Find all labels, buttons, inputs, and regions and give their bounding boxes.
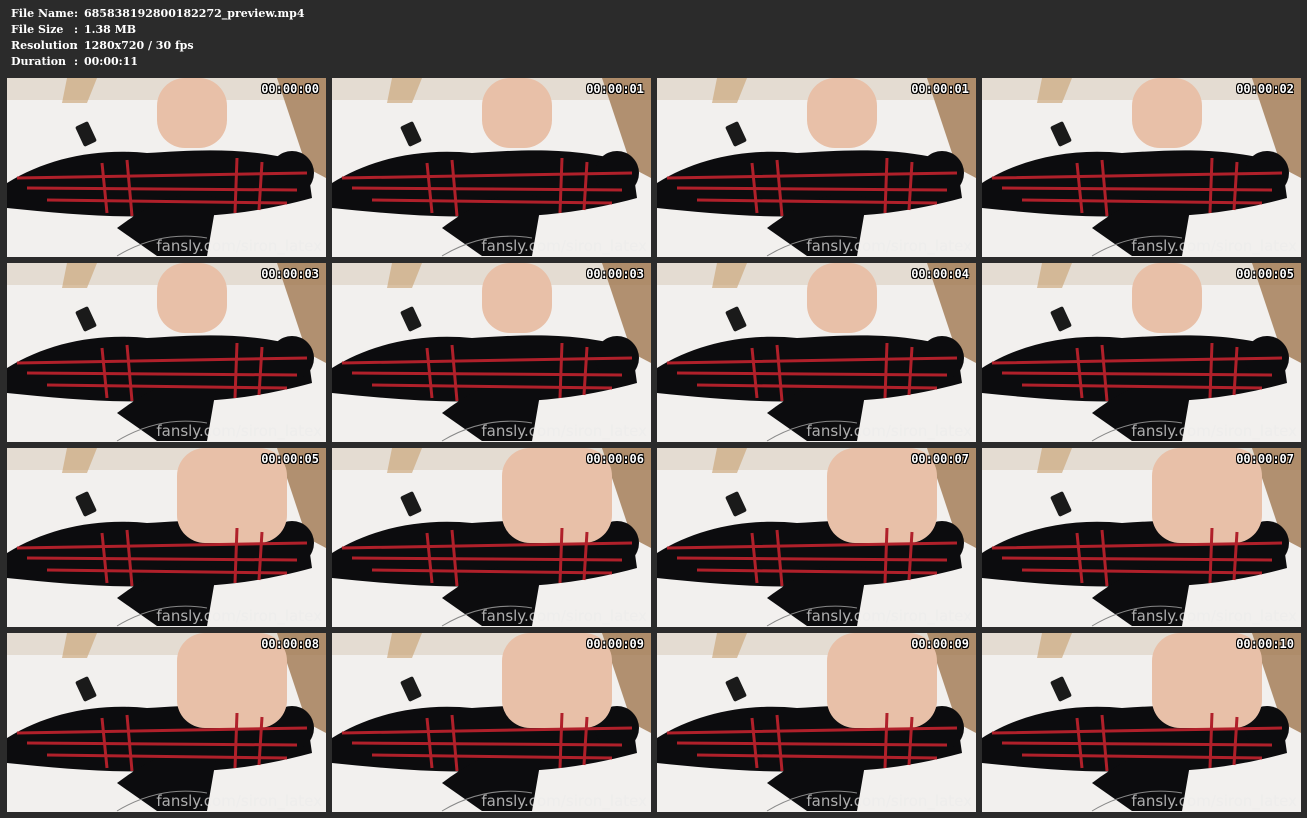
thumbnail-timestamp: 00:00:02 bbox=[1236, 82, 1294, 96]
watermark-text: fansly.com/siron_latex bbox=[481, 237, 647, 255]
watermark-text: fansly.com/siron_latex bbox=[806, 607, 972, 625]
video-thumbnail[interactable]: 00:00:01 fansly.com/siron_latex bbox=[332, 78, 651, 257]
frame-image bbox=[332, 633, 651, 812]
watermark-text: fansly.com/siron_latex bbox=[1131, 792, 1297, 810]
thumbnail-timestamp: 00:00:09 bbox=[586, 637, 644, 651]
info-row-duration: Duration : 00:00:11 bbox=[11, 54, 305, 70]
video-thumbnail[interactable]: 00:00:03 fansly.com/siron_latex bbox=[332, 263, 651, 442]
thumbnail-timestamp: 00:00:05 bbox=[261, 452, 319, 466]
info-separator: : bbox=[74, 55, 79, 68]
info-separator: : bbox=[74, 23, 79, 36]
file-name-value: 685838192800182272_preview.mp4 bbox=[84, 7, 305, 20]
info-separator: : bbox=[74, 39, 79, 52]
thumbnail-timestamp: 00:00:07 bbox=[911, 452, 969, 466]
video-thumbnail[interactable]: 00:00:04 fansly.com/siron_latex bbox=[657, 263, 976, 442]
frame-image bbox=[657, 448, 976, 627]
frame-image bbox=[982, 633, 1301, 812]
video-thumbnail[interactable]: 00:00:09 fansly.com/siron_latex bbox=[657, 633, 976, 812]
thumbnail-timestamp: 00:00:03 bbox=[261, 267, 319, 281]
info-row-resolution: Resolution : 1280x720 / 30 fps bbox=[11, 38, 305, 54]
thumbnail-timestamp: 00:00:00 bbox=[261, 82, 319, 96]
watermark-text: fansly.com/siron_latex bbox=[481, 607, 647, 625]
thumbnail-timestamp: 00:00:07 bbox=[1236, 452, 1294, 466]
thumbnail-timestamp: 00:00:09 bbox=[911, 637, 969, 651]
video-thumbnail[interactable]: 00:00:01 fansly.com/siron_latex bbox=[657, 78, 976, 257]
info-row-file-name: File Name : 685838192800182272_preview.m… bbox=[11, 6, 305, 22]
file-size-value: 1.38 MB bbox=[84, 23, 137, 36]
thumbnail-grid: 00:00:00 fansly.com/siron_latex 00:00:01 fa… bbox=[7, 78, 1301, 814]
video-thumbnail[interactable]: 00:00:10 fansly.com/siron_latex bbox=[982, 633, 1301, 812]
info-label: File Size bbox=[11, 23, 64, 36]
video-thumbnail[interactable]: 00:00:09 fansly.com/siron_latex bbox=[332, 633, 651, 812]
watermark-text: fansly.com/siron_latex bbox=[481, 792, 647, 810]
thumbnail-timestamp: 00:00:08 bbox=[261, 637, 319, 651]
frame-image bbox=[332, 263, 651, 442]
contact-sheet: File Name : 685838192800182272_preview.m… bbox=[0, 0, 1307, 818]
video-thumbnail[interactable]: 00:00:08 fansly.com/siron_latex bbox=[7, 633, 326, 812]
watermark-text: fansly.com/siron_latex bbox=[156, 237, 322, 255]
watermark-text: fansly.com/siron_latex bbox=[156, 792, 322, 810]
video-thumbnail[interactable]: 00:00:03 fansly.com/siron_latex bbox=[7, 263, 326, 442]
watermark-text: fansly.com/siron_latex bbox=[156, 607, 322, 625]
video-thumbnail[interactable]: 00:00:07 fansly.com/siron_latex bbox=[982, 448, 1301, 627]
frame-image bbox=[7, 633, 326, 812]
frame-image bbox=[7, 263, 326, 442]
info-label: File Name bbox=[11, 7, 74, 20]
thumbnail-timestamp: 00:00:03 bbox=[586, 267, 644, 281]
watermark-text: fansly.com/siron_latex bbox=[806, 422, 972, 440]
frame-image bbox=[657, 633, 976, 812]
watermark-text: fansly.com/siron_latex bbox=[806, 237, 972, 255]
video-thumbnail[interactable]: 00:00:07 fansly.com/siron_latex bbox=[657, 448, 976, 627]
frame-image bbox=[982, 263, 1301, 442]
frame-image bbox=[332, 448, 651, 627]
thumbnail-timestamp: 00:00:04 bbox=[911, 267, 969, 281]
watermark-text: fansly.com/siron_latex bbox=[156, 422, 322, 440]
duration-value: 00:00:11 bbox=[84, 55, 139, 68]
file-info-panel: File Name : 685838192800182272_preview.m… bbox=[11, 6, 305, 70]
video-thumbnail[interactable]: 00:00:05 fansly.com/siron_latex bbox=[982, 263, 1301, 442]
watermark-text: fansly.com/siron_latex bbox=[1131, 237, 1297, 255]
thumbnail-timestamp: 00:00:01 bbox=[911, 82, 969, 96]
frame-image bbox=[657, 78, 976, 257]
video-thumbnail[interactable]: 00:00:02 fansly.com/siron_latex bbox=[982, 78, 1301, 257]
frame-image bbox=[7, 448, 326, 627]
info-label: Duration bbox=[11, 55, 67, 68]
watermark-text: fansly.com/siron_latex bbox=[806, 792, 972, 810]
frame-image bbox=[982, 448, 1301, 627]
video-thumbnail[interactable]: 00:00:05 fansly.com/siron_latex bbox=[7, 448, 326, 627]
info-separator: : bbox=[74, 7, 79, 20]
thumbnail-timestamp: 00:00:05 bbox=[1236, 267, 1294, 281]
video-thumbnail[interactable]: 00:00:06 fansly.com/siron_latex bbox=[332, 448, 651, 627]
resolution-value: 1280x720 / 30 fps bbox=[84, 39, 194, 52]
frame-image bbox=[982, 78, 1301, 257]
thumbnail-timestamp: 00:00:10 bbox=[1236, 637, 1294, 651]
frame-image bbox=[7, 78, 326, 257]
info-label: Resolution bbox=[11, 39, 78, 52]
watermark-text: fansly.com/siron_latex bbox=[1131, 422, 1297, 440]
info-row-file-size: File Size : 1.38 MB bbox=[11, 22, 305, 38]
frame-image bbox=[332, 78, 651, 257]
video-thumbnail[interactable]: 00:00:00 fansly.com/siron_latex bbox=[7, 78, 326, 257]
thumbnail-timestamp: 00:00:01 bbox=[586, 82, 644, 96]
watermark-text: fansly.com/siron_latex bbox=[1131, 607, 1297, 625]
watermark-text: fansly.com/siron_latex bbox=[481, 422, 647, 440]
frame-image bbox=[657, 263, 976, 442]
thumbnail-timestamp: 00:00:06 bbox=[586, 452, 644, 466]
